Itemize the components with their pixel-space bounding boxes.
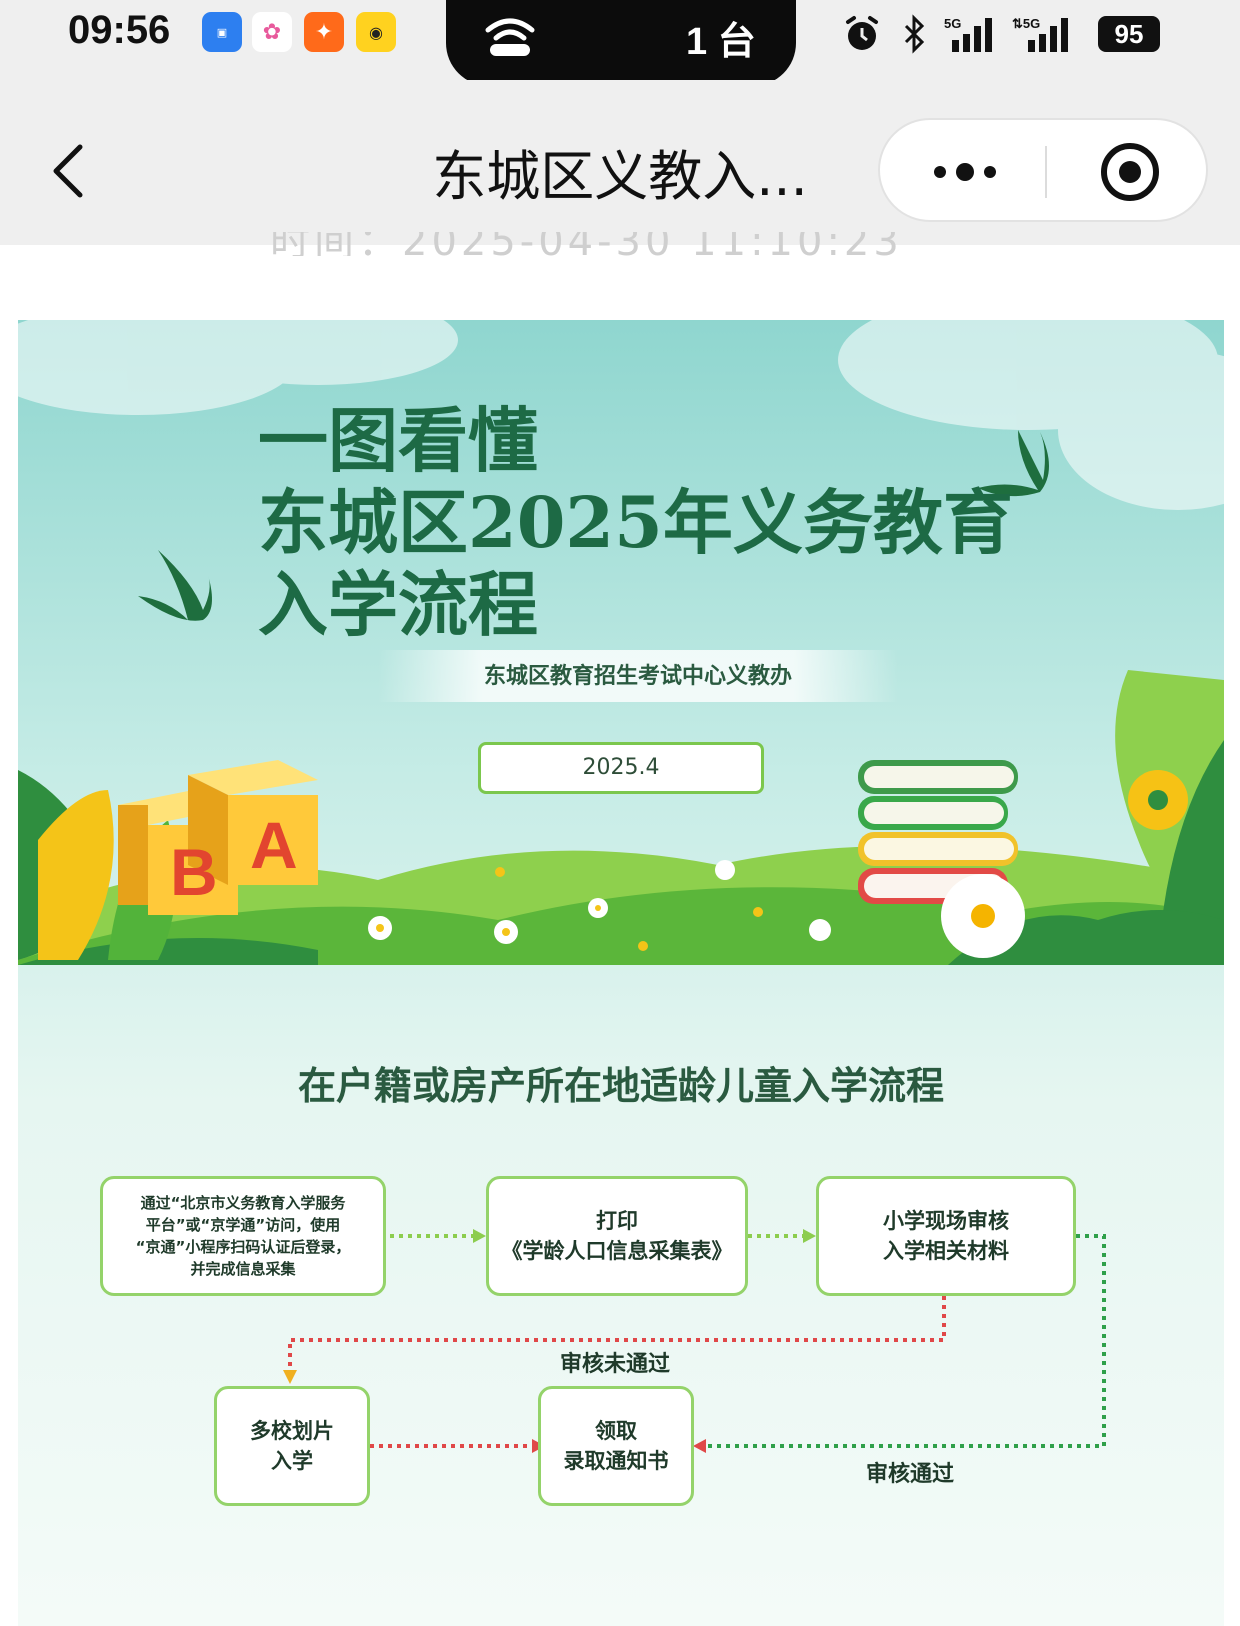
dynamic-island: 1 台 — [446, 0, 796, 86]
page-title: 东城区义教入... — [432, 145, 808, 208]
clock: 09:56 — [68, 8, 171, 52]
poster-title-line-3: 入学流程 — [258, 563, 538, 646]
device-count: 1 台 — [686, 21, 756, 63]
block-letter-b: B — [170, 835, 218, 909]
hotspot-icon — [485, 18, 535, 56]
flow-label-review-failed: 审核未通过 — [560, 1352, 671, 1377]
navigation-bar: 东城区义教入... — [0, 80, 1240, 245]
poster-title-line-2: 东城区2025年义务教育 — [258, 481, 1013, 564]
poster-date: 2025.4 — [478, 742, 764, 794]
svg-text:⇅5G: ⇅5G — [1012, 16, 1040, 31]
poster-title-line-1: 一图看懂 — [258, 399, 538, 482]
flow-step-print-form-text: 打印 《学龄人口信息采集表》 — [501, 1209, 733, 1263]
yellow-app-icon: ◉ — [356, 12, 396, 52]
status-bar: 09:56 ▣ ✿ ✦ ◉ 1 台 5G ⇅5G 95 — [0, 0, 1240, 86]
flow-step-admission-notice: 领取 录取通知书 — [538, 1386, 694, 1506]
capsule-divider — [1045, 146, 1047, 198]
block-letter-a: A — [250, 808, 298, 882]
scrolled-timestamp: 时间：2025-04-30 11:10:23 — [270, 232, 903, 256]
chat-app-icon: ✿ — [252, 12, 292, 52]
flow-label-review-passed: 审核通过 — [866, 1462, 955, 1487]
more-options-button[interactable] — [920, 148, 1010, 196]
battery-indicator: 95 — [1098, 16, 1160, 52]
runner-app-icon: ✦ — [304, 12, 344, 52]
svg-text:5G: 5G — [944, 16, 961, 31]
mini-program-capsule — [878, 118, 1208, 222]
bluetooth-icon — [904, 14, 925, 54]
poster-title: 一图看懂 东城区2025年义务教育 入学流程 — [258, 400, 1013, 646]
signal-5g-2-icon: ⇅5G — [1012, 16, 1068, 52]
flow-step-onsite-review-text: 小学现场审核 入学相关材料 — [883, 1209, 1009, 1263]
signal-5g-1-icon: 5G — [944, 16, 992, 52]
back-icon[interactable] — [40, 135, 100, 205]
section-title: 在户籍或房产所在地适龄儿童入学流程 — [297, 1064, 944, 1108]
flow-step-onsite-review: 小学现场审核 入学相关材料 — [816, 1176, 1076, 1296]
alarm-icon — [846, 16, 878, 50]
flow-step-print-form: 打印 《学龄人口信息采集表》 — [486, 1176, 748, 1296]
flow-step-multi-school: 多校划片 入学 — [214, 1386, 370, 1506]
flow-step-register-text: 通过“北京市义务教育入学服务 平台”或“京学通”访问，使用 “京通”小程序扫码认… — [135, 1194, 351, 1278]
organization-name: 东城区教育招生考试中心义教办 — [483, 664, 792, 689]
android-app-icon: ▣ — [202, 12, 242, 52]
flow-step-register: 通过“北京市义务教育入学服务 平台”或“京学通”访问，使用 “京通”小程序扫码认… — [100, 1176, 386, 1296]
flow-step-multi-school-text: 多校划片 入学 — [250, 1419, 334, 1473]
close-mini-program-icon[interactable] — [1098, 140, 1162, 204]
enrollment-poster: B A 一图看懂 东城区2025年义务教育 入学流程 东城区教育招生考试中心义教… — [18, 320, 1224, 1626]
mini-program-page: 09:56 ▣ ✿ ✦ ◉ 1 台 5G ⇅5G 95 东城区义教入... 时间… — [0, 0, 1240, 1626]
flow-step-admission-notice-text: 领取 录取通知书 — [563, 1419, 669, 1473]
